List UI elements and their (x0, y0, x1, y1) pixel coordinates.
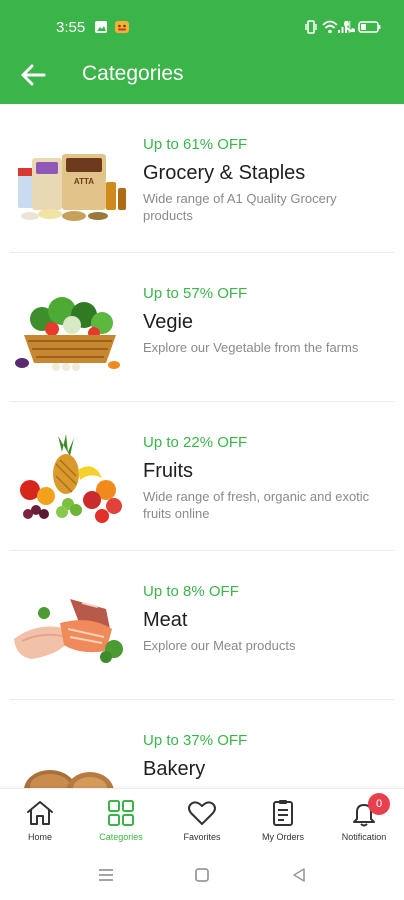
category-item-meat[interactable]: Up to 8% OFF Meat Explore our Meat produ… (0, 551, 404, 700)
nav-categories[interactable]: Categories (81, 789, 161, 849)
menu-icon[interactable] (97, 866, 115, 884)
nav-favorites[interactable]: Favorites (162, 789, 242, 849)
nav-label: My Orders (261, 832, 304, 842)
nav-notification[interactable]: 0 Notification (324, 789, 404, 849)
offer-text: Up to 61% OFF (143, 136, 248, 153)
back-arrow-icon[interactable] (18, 60, 48, 90)
wifi-icon (322, 20, 338, 34)
category-item-bakery[interactable]: Up to 37% OFF Bakery (0, 700, 404, 788)
category-description: Wide range of A1 Quality Grocery product… (143, 191, 337, 223)
signal-icon (338, 21, 351, 33)
category-description: Wide range of fresh, organic and exotic … (143, 489, 370, 521)
status-time: 3:55 (56, 19, 86, 36)
category-item-grocery[interactable]: ATTA Up to 61% OFF Grocery & Staples Wid… (0, 104, 404, 253)
category-item-fruits[interactable]: Up to 22% OFF Fruits Wide range of fresh… (0, 402, 404, 551)
top-bar: 3:55 Categories (0, 0, 404, 104)
category-name: Bakery (143, 758, 206, 780)
category-description: Explore our Meat products (143, 638, 296, 653)
nav-label: Home (27, 832, 52, 842)
page-title: Categories (82, 62, 184, 85)
app-notification-icon (115, 21, 129, 33)
nav-label: Favorites (183, 832, 221, 842)
bottom-navigation: Home Categories Favorites My Orders 0 No… (0, 788, 404, 848)
grid-icon (108, 800, 134, 826)
battery-icon (358, 21, 381, 33)
status-bar: 3:55 (0, 0, 404, 52)
meat-image (14, 599, 123, 663)
nav-home[interactable]: Home (0, 789, 80, 849)
bakery-image (24, 770, 114, 788)
system-navigation (0, 848, 404, 900)
notification-badge: 0 (368, 793, 390, 815)
category-list: ATTA Up to 61% OFF Grocery & Staples Wid… (0, 104, 404, 788)
nav-my-orders[interactable]: My Orders (243, 789, 323, 849)
category-name: Grocery & Staples (143, 162, 306, 184)
category-item-vegie[interactable]: Up to 57% OFF Vegie Explore our Vegetabl… (0, 253, 404, 402)
clipboard-icon (273, 800, 293, 826)
package-label: ATTA (74, 177, 94, 186)
offer-text: Up to 57% OFF (143, 285, 248, 302)
vegetable-basket-image (15, 297, 120, 371)
offer-text: Up to 37% OFF (143, 732, 248, 749)
category-description: Explore our Vegetable from the farms (143, 340, 359, 355)
category-name: Meat (143, 609, 188, 631)
heart-icon (188, 801, 216, 825)
fruits-image (20, 434, 122, 523)
nav-label: Categories (99, 832, 143, 842)
offer-text: Up to 8% OFF (143, 583, 239, 600)
category-name: Fruits (143, 460, 193, 482)
category-name: Vegie (143, 311, 194, 333)
gallery-notification-icon (95, 21, 107, 33)
home-icon (27, 801, 53, 825)
grocery-image: ATTA (18, 154, 126, 221)
back-triangle-icon[interactable] (290, 866, 308, 884)
home-square-icon[interactable] (193, 866, 211, 884)
nav-label: Notification (341, 832, 387, 842)
app-bar: Categories (0, 52, 404, 104)
vibrate-icon (305, 20, 317, 34)
offer-text: Up to 22% OFF (143, 434, 248, 451)
